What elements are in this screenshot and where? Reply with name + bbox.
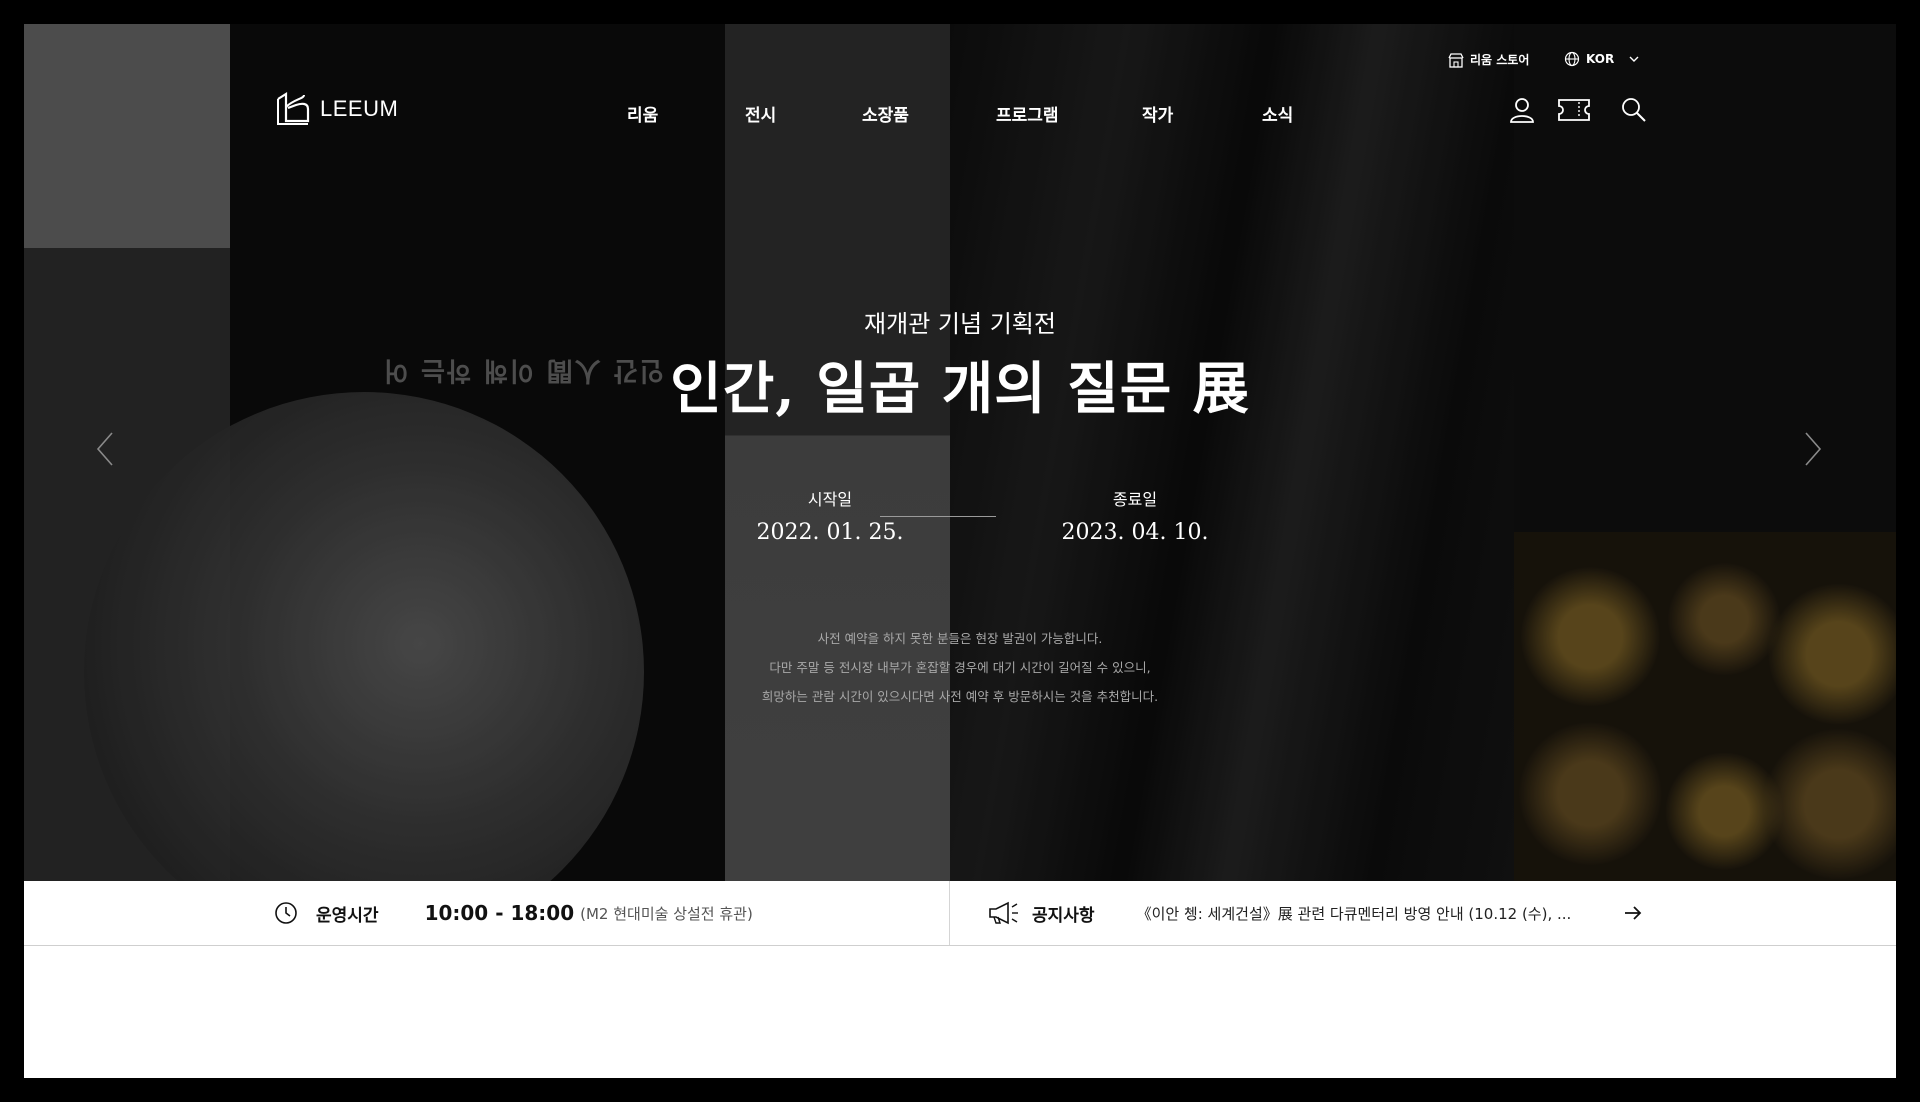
notice-line: 다만 주말 등 전시장 내부가 혼잡할 경우에 대기 시간이 길어질 수 있으니… [769,660,1151,675]
nav-item-collection[interactable]: 소장품 [862,101,909,126]
hours-label: 운영시간 [316,905,379,926]
hours-value: 10:00 - 18:00 [424,901,575,925]
store-link[interactable]: 리움 스토어 [1448,51,1529,68]
exhibition-title[interactable]: 인간, 일곱 개의 질문 展 [24,344,1896,425]
operating-hours: 운영시간 10:00 - 18:00 (M2 현대미술 상설전 휴관) [274,881,753,945]
megaphone-icon [989,901,1018,925]
info-bar: 운영시간 10:00 - 18:00 (M2 현대미술 상설전 휴관) 공지사항… [24,881,1896,946]
nav-item-news[interactable]: 소식 [1262,101,1293,126]
browser-viewport: LEEUM 리움 전시 소장품 프로그램 작가 소식 리움 스토어 KOR 인간… [24,24,1896,1078]
notice-line: 희망하는 관람 시간이 있으시다면 사전 예약 후 방문하시는 것을 추천합니다… [761,689,1159,704]
nav-item-artist[interactable]: 작가 [1142,101,1173,126]
info-divider [949,881,950,945]
store-icon [1448,52,1464,68]
search-icon[interactable] [1620,96,1648,124]
hours-note: (M2 현대미술 상설전 휴관) [580,904,753,923]
language-label: KOR [1586,52,1615,66]
end-date-value: 2023. 04. 10. [1061,520,1209,545]
nav-item-program[interactable]: 프로그램 [996,101,1059,126]
nav-item-leeum[interactable]: 리움 [627,101,658,126]
date-divider [880,516,996,517]
ticket-icon[interactable] [1557,96,1591,124]
hero-slider: LEEUM 리움 전시 소장품 프로그램 작가 소식 리움 스토어 KOR 인간… [24,24,1896,881]
user-icon[interactable] [1508,96,1536,124]
visit-notice: 사전 예약을 하지 못한 분들은 현장 발권이 가능합니다. 다만 주말 등 전… [24,624,1896,711]
exhibition-subtitle: 재개관 기념 기획전 [864,310,1056,338]
notice-line: 사전 예약을 하지 못한 분들은 현장 발권이 가능합니다. [817,631,1103,646]
next-slide-icon[interactable] [1802,429,1824,469]
notice-link[interactable]: 《이안 쳉: 세계건설》展 관련 다큐멘터리 방영 안내 (10.12 (수),… [1137,903,1572,924]
notice-label: 공지사항 [1032,905,1095,926]
store-label: 리움 스토어 [1470,53,1530,67]
end-date-label: 종료일 [1112,490,1158,509]
chevron-down-icon [1629,56,1639,62]
start-date-label: 시작일 [807,490,853,509]
arrow-right-icon[interactable] [1624,905,1642,921]
clock-icon [275,902,297,924]
notice-section: 공지사항 《이안 쳉: 세계건설》展 관련 다큐멘터리 방영 안내 (10.12… [988,881,1571,945]
prev-slide-icon[interactable] [94,429,116,469]
end-date: 종료일 2023. 04. 10. [1035,486,1235,545]
main-nav: 리움 전시 소장품 프로그램 작가 소식 [24,101,1896,131]
globe-icon [1564,51,1580,67]
start-date-value: 2022. 01. 25. [756,520,904,545]
language-selector[interactable]: KOR [1564,51,1646,67]
nav-item-exhibition[interactable]: 전시 [745,101,776,126]
